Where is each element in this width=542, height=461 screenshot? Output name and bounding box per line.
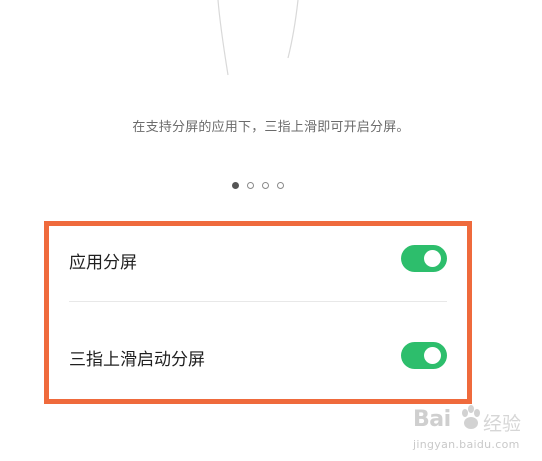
setting-three-finger-split[interactable]: 三指上滑启动分屏 (49, 327, 467, 387)
paw-logo-icon (462, 405, 480, 429)
page-dot-4[interactable] (277, 182, 284, 189)
watermark-brand-cn: 经验 (483, 413, 522, 435)
page-dot-1[interactable] (232, 182, 239, 189)
setting-app-split-screen[interactable]: 应用分屏 (49, 230, 467, 290)
gesture-description: 在支持分屏的应用下，三指上滑即可开启分屏。 (132, 120, 410, 135)
page-dot-2[interactable] (247, 182, 254, 189)
hand-gesture-illustration (217, 0, 299, 76)
baidu-jingyan-watermark: Bai 经验 jingyan.baidu.com (413, 404, 538, 456)
page-dot-3[interactable] (262, 182, 269, 189)
setting-label: 三指上滑启动分屏 (69, 350, 205, 370)
split-screen-settings: 应用分屏 三指上滑启动分屏 (44, 221, 472, 404)
toggle-knob (424, 347, 441, 364)
watermark-brand: Bai (413, 407, 451, 432)
three-finger-split-toggle[interactable] (401, 342, 447, 369)
page-indicator (232, 182, 292, 192)
divider (69, 301, 447, 302)
toggle-knob (424, 250, 441, 267)
app-split-screen-toggle[interactable] (401, 245, 447, 272)
watermark-domain: jingyan.baidu.com (413, 438, 520, 451)
setting-label: 应用分屏 (69, 253, 137, 273)
